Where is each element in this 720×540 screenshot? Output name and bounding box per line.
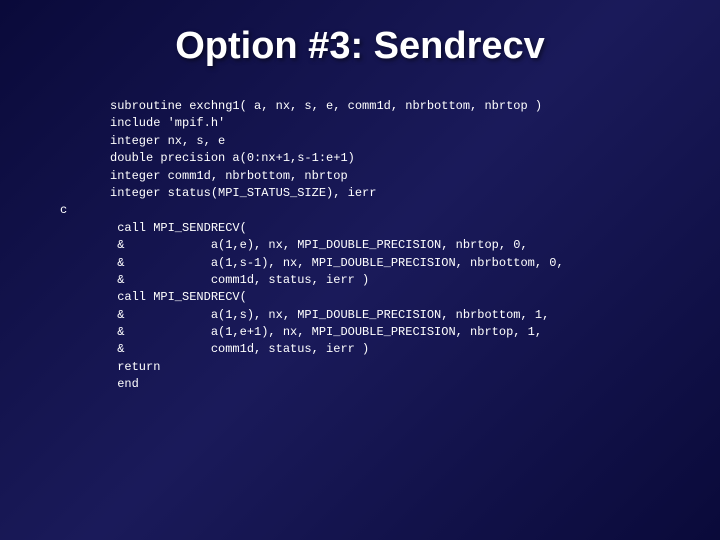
- code-line-15: return: [0, 359, 720, 376]
- code-line-9: & a(1,s-1), nx, MPI_DOUBLE_PRECISION, nb…: [0, 255, 720, 272]
- slide-title: Option #3: Sendrecv: [0, 0, 720, 98]
- code-line-8: & a(1,e), nx, MPI_DOUBLE_PRECISION, nbrt…: [0, 237, 720, 254]
- code-line-1: subroutine exchng1( a, nx, s, e, comm1d,…: [0, 98, 720, 115]
- code-line-12: & a(1,s), nx, MPI_DOUBLE_PRECISION, nbrb…: [0, 307, 720, 324]
- code-comment: c: [0, 202, 720, 219]
- code-line-6: integer status(MPI_STATUS_SIZE), ierr: [0, 185, 720, 202]
- code-line-5: integer comm1d, nbrbottom, nbrtop: [0, 168, 720, 185]
- code-line-13: & a(1,e+1), nx, MPI_DOUBLE_PRECISION, nb…: [0, 324, 720, 341]
- code-line-2: include 'mpif.h': [0, 115, 720, 132]
- code-line-3: integer nx, s, e: [0, 133, 720, 150]
- code-line-10: & comm1d, status, ierr ): [0, 272, 720, 289]
- code-line-16: end: [0, 376, 720, 393]
- code-line-7: call MPI_SENDRECV(: [0, 220, 720, 237]
- code-line-11: call MPI_SENDRECV(: [0, 289, 720, 306]
- code-line-14: & comm1d, status, ierr ): [0, 341, 720, 358]
- code-line-4: double precision a(0:nx+1,s-1:e+1): [0, 150, 720, 167]
